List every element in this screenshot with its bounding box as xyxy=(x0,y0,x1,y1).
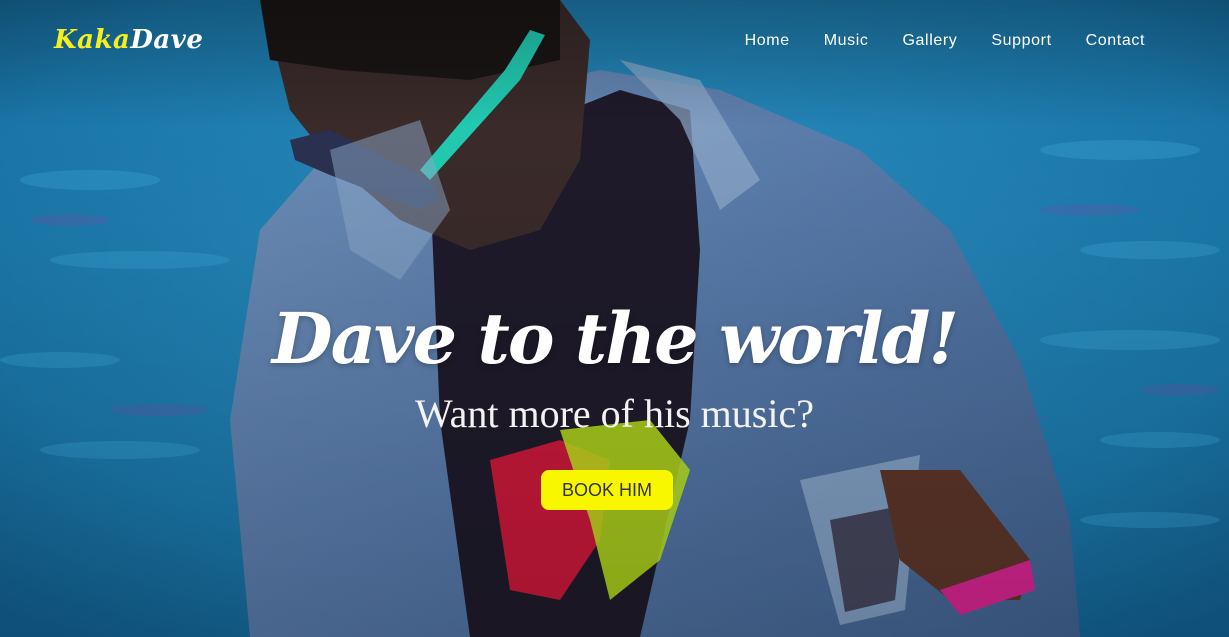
hero-subtitle: Want more of his music? xyxy=(415,391,814,436)
logo-part-dave: Dave xyxy=(130,25,204,55)
site-logo[interactable]: KakaDave xyxy=(54,22,203,58)
navbar: KakaDave Home Music Gallery Support Cont… xyxy=(0,0,1229,84)
nav-link-contact[interactable]: Contact xyxy=(1069,30,1145,52)
nav-link-gallery[interactable]: Gallery xyxy=(886,30,975,52)
hero-title: Dave to the world! xyxy=(271,297,959,380)
hero-section: KakaDave Home Music Gallery Support Cont… xyxy=(0,0,1229,637)
nav-link-music[interactable]: Music xyxy=(807,30,886,52)
book-him-button[interactable]: BOOK HIM xyxy=(541,470,673,510)
logo-part-kaka: Kaka xyxy=(54,25,131,55)
main-nav: Home Music Gallery Support Contact xyxy=(728,30,1145,52)
nav-link-home[interactable]: Home xyxy=(728,30,807,52)
nav-link-support[interactable]: Support xyxy=(974,30,1068,52)
